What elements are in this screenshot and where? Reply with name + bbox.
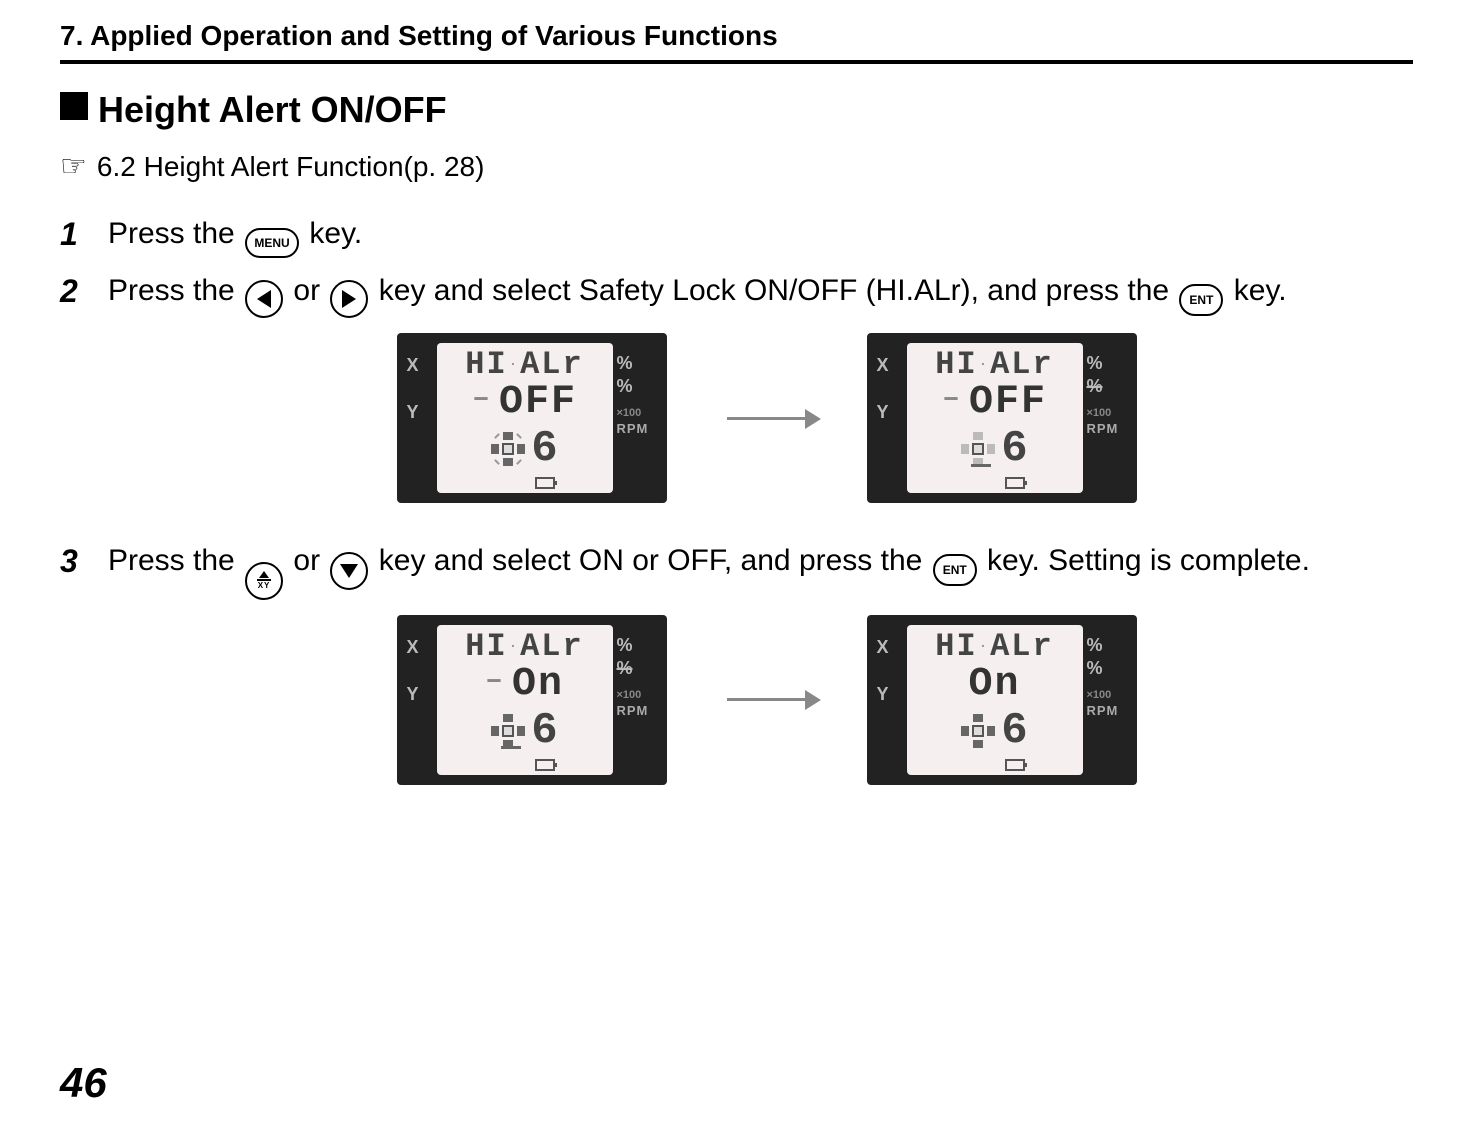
lcd-line2: –OFF [942,383,1047,423]
percent-label: % [1087,353,1103,374]
screens-row-2: X Y HI.ALr –On 6 % [60,615,1413,785]
y-label: Y [407,402,437,423]
screens-row-1: X Y HI.ALr –OFF 6 [60,333,1413,503]
battery-icon [535,759,555,771]
step-text: or [293,274,328,307]
step-text: key and select Safety Lock ON/OFF (HI.AL… [379,274,1178,307]
step-number: 1 [60,211,108,257]
step-text: key. [1234,274,1287,307]
rpm-label: RPM [617,703,649,718]
battery-icon [1005,477,1025,489]
step-text: Press the [108,274,243,307]
percent-label: % [617,635,633,656]
xy-up-key-icon: XY [245,562,283,600]
ent-key-icon: ENT [1179,284,1223,316]
dpad-icon [491,714,525,748]
menu-key-icon: MENU [245,228,299,258]
lcd-digit: 6 [1001,427,1027,471]
rpm-label: RPM [1087,421,1119,436]
x-label: X [407,637,437,658]
battery-icon [535,477,555,489]
lcd-line2: –On [485,665,564,705]
x100-label: ×100 [617,407,642,419]
section-title: Height Alert ON/OFF [60,89,1413,131]
step-body: Press the XY or key and select ON or OFF… [108,538,1413,600]
lcd-line1: HI.ALr [935,349,1053,381]
step-number: 3 [60,538,108,584]
left-arrow-key-icon [245,280,283,318]
percent-label: % [617,353,633,374]
step-text: key. Setting is complete. [987,544,1310,577]
step-text: key. [309,217,362,250]
step-3: 3 Press the XY or key and select ON or O… [60,538,1413,600]
page-number: 46 [60,1059,107,1107]
dpad-icon [961,714,995,748]
percent-label: % [1087,635,1103,656]
x100-label: ×100 [1087,407,1112,419]
y-label: Y [407,684,437,705]
percent-label-struck: % [1087,376,1103,397]
lcd-digit: 6 [531,427,557,471]
lcd-line1: HI.ALr [935,631,1053,663]
device-screen: X Y HI.ALr –On 6 % [397,615,667,785]
battery-icon [1005,759,1025,771]
step-text: Press the [108,544,243,577]
percent-label: % [1087,658,1103,679]
x100-label: ×100 [617,689,642,701]
cross-reference-text: 6.2 Height Alert Function(p. 28) [97,151,485,183]
device-screen: X Y HI.ALr –OFF 6 % [867,333,1137,503]
device-screen: X Y HI.ALr –OFF 6 [397,333,667,503]
dpad-icon [961,432,995,466]
flow-arrow-icon [707,417,827,420]
step-text: or [293,544,328,577]
x100-label: ×100 [1087,689,1112,701]
section-title-text: Height Alert ON/OFF [98,89,447,130]
step-text: Press the [108,217,243,250]
percent-label: % [617,376,633,397]
step-body: Press the MENU key. [108,211,1413,258]
percent-label-struck: % [617,658,633,679]
lcd-line1: HI.ALr [465,349,583,381]
x-label: X [877,637,907,658]
cursor-underline-icon [501,746,521,749]
y-label: Y [877,402,907,423]
down-arrow-key-icon [330,552,368,590]
x-label: X [877,355,907,376]
y-label: Y [877,684,907,705]
right-arrow-key-icon [330,280,368,318]
dpad-icon [491,432,525,466]
pointer-hand-icon: ☞ [60,152,87,182]
flow-arrow-icon [707,698,827,701]
step-body: Press the or key and select Safety Lock … [108,268,1413,318]
chapter-heading: 7. Applied Operation and Setting of Vari… [60,0,1413,64]
lcd-digit: 6 [531,709,557,753]
ent-key-icon: ENT [933,554,977,586]
step-1: 1 Press the MENU key. [60,211,1413,258]
device-screen: X Y HI.ALr On 6 % % [867,615,1137,785]
lcd-digit: 6 [1001,709,1027,753]
cross-reference: ☞ 6.2 Height Alert Function(p. 28) [60,151,1413,183]
cursor-underline-icon [971,464,991,467]
step-number: 2 [60,268,108,314]
step-text: key and select ON or OFF, and press the [379,544,931,577]
square-bullet-icon [60,92,88,120]
lcd-line2: –OFF [472,383,577,423]
lcd-line2: On [968,665,1020,705]
rpm-label: RPM [1087,703,1119,718]
lcd-line1: HI.ALr [465,631,583,663]
step-2: 2 Press the or key and select Safety Loc… [60,268,1413,318]
x-label: X [407,355,437,376]
rpm-label: RPM [617,421,649,436]
